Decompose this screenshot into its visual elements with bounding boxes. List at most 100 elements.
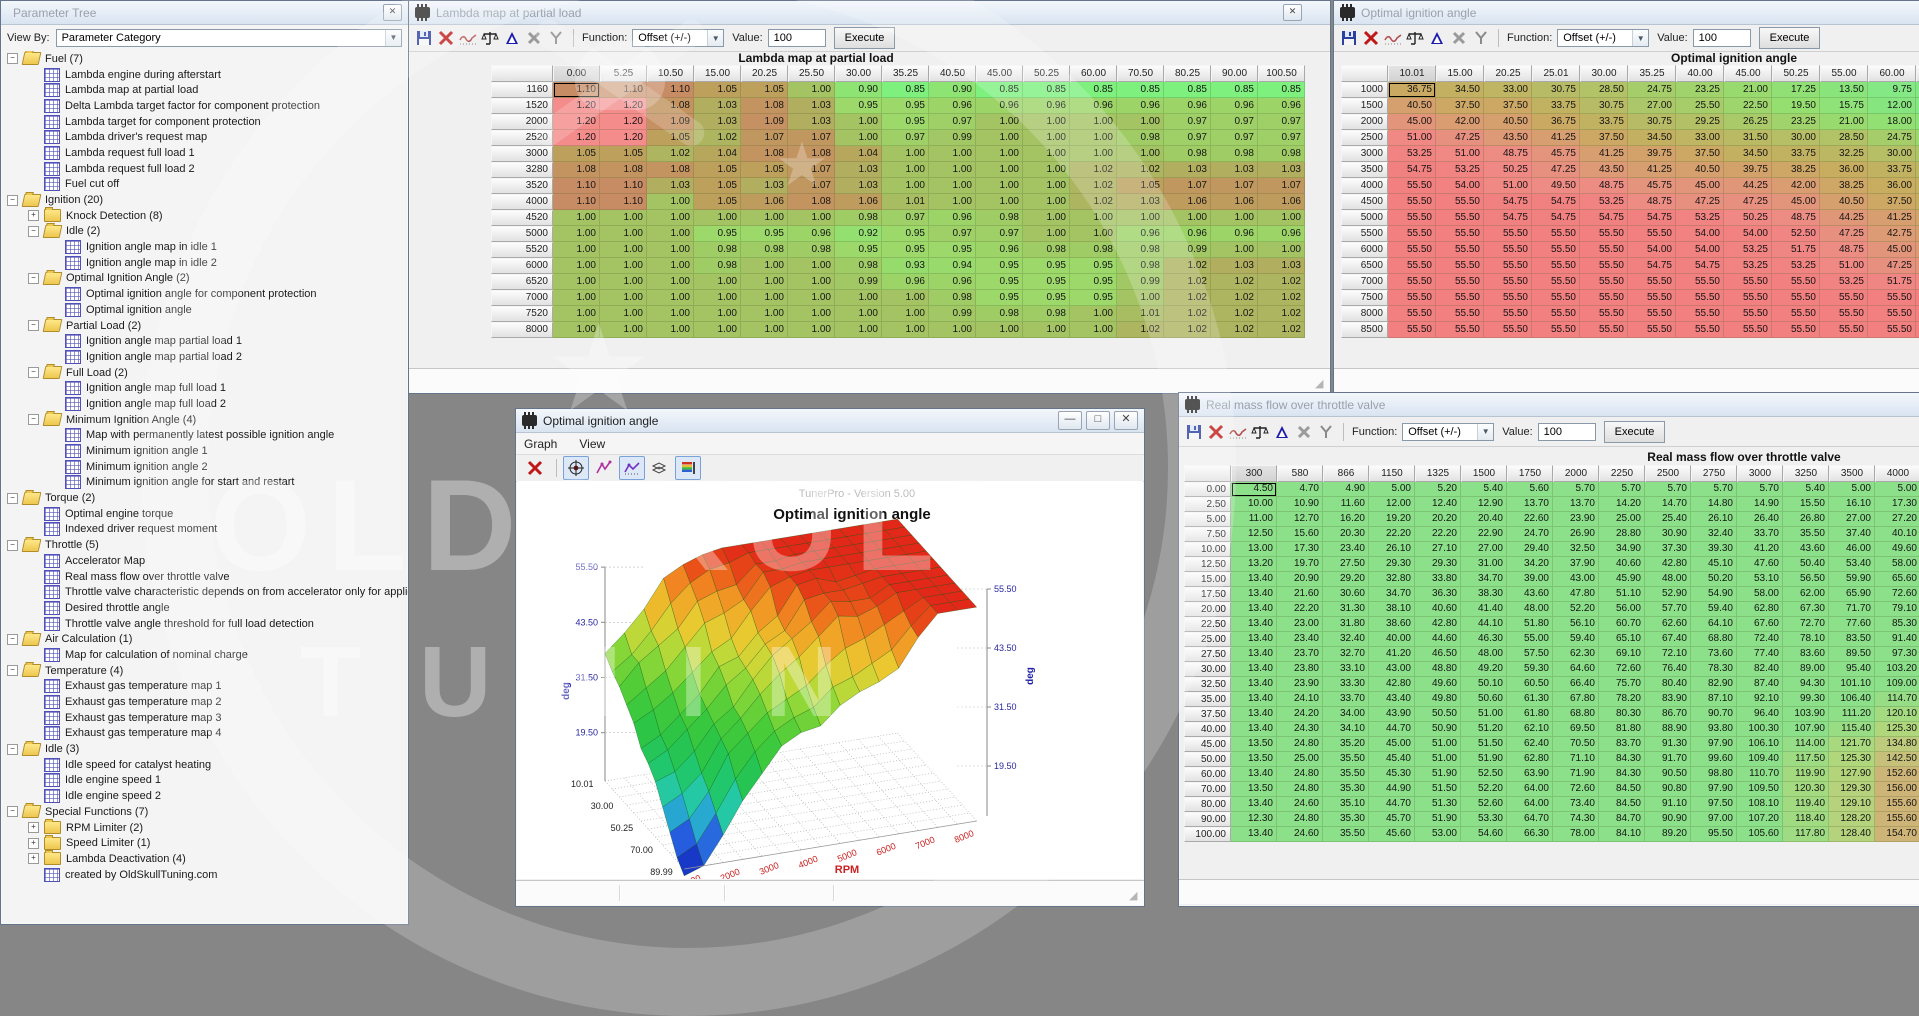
cell[interactable]: 32.40 — [1691, 527, 1737, 542]
expand-icon[interactable]: + — [28, 838, 39, 849]
cell[interactable]: 55.50 — [1628, 226, 1676, 242]
cell[interactable]: 68.80 — [1553, 707, 1599, 722]
tree-item-folder[interactable]: −Torque (2) — [1, 490, 408, 506]
cell[interactable]: 5.70 — [1737, 482, 1783, 497]
cell[interactable]: 43.40 — [1369, 692, 1415, 707]
cell[interactable]: 51.00 — [1820, 258, 1868, 274]
cell[interactable]: 1.08 — [647, 162, 694, 178]
cell[interactable]: 5.40 — [1783, 482, 1829, 497]
resize-grip[interactable]: ◢ — [1129, 890, 1141, 902]
cell[interactable]: 1.20 — [600, 114, 647, 130]
cell[interactable]: 43.60 — [1507, 587, 1553, 602]
tree-item-map[interactable]: Lambda engine during afterstart — [1, 67, 408, 83]
collapse-icon[interactable]: − — [7, 53, 18, 64]
cell[interactable]: 1.02 — [1117, 322, 1164, 338]
cell[interactable]: 1.00 — [835, 306, 882, 322]
cell[interactable]: 1.10 — [647, 82, 694, 98]
cell[interactable]: 0.98 — [1023, 242, 1070, 258]
cell[interactable]: 36.00 — [1820, 162, 1868, 178]
col-header[interactable]: 50.25 — [1772, 65, 1820, 82]
col-header[interactable]: 35.25 — [1628, 65, 1676, 82]
cell[interactable]: 0.98 — [1211, 146, 1258, 162]
cell[interactable]: 1.10 — [600, 194, 647, 210]
row-header[interactable]: 27.50 — [1184, 647, 1231, 662]
cell[interactable]: 44.25 — [1820, 210, 1868, 226]
cell[interactable]: 24.70 — [1507, 527, 1553, 542]
cell[interactable]: 1.05 — [694, 194, 741, 210]
cell[interactable]: 30.60 — [1323, 587, 1369, 602]
cell[interactable]: 54.00 — [1676, 242, 1724, 258]
cell[interactable]: 37.50 — [1676, 146, 1724, 162]
row-header[interactable]: 4520 — [491, 210, 553, 226]
cell[interactable]: 36.30 — [1415, 587, 1461, 602]
cell[interactable]: 1.00 — [929, 146, 976, 162]
cell[interactable]: 0.95 — [1070, 274, 1117, 290]
cell[interactable]: 1.00 — [694, 306, 741, 322]
cell[interactable]: 63.90 — [1507, 767, 1553, 782]
cell[interactable]: 1.09 — [647, 114, 694, 130]
cell[interactable]: 54.75 — [1580, 210, 1628, 226]
cell[interactable]: 34.50 — [1436, 82, 1484, 98]
cell[interactable]: 54.00 — [1628, 242, 1676, 258]
cell[interactable]: 107.20 — [1737, 812, 1783, 827]
col-header[interactable]: 100.50 — [1258, 65, 1305, 82]
cell[interactable]: 32.25 — [1820, 146, 1868, 162]
cell[interactable]: 41.40 — [1461, 602, 1507, 617]
cell[interactable]: 98.80 — [1691, 767, 1737, 782]
cell[interactable]: 13.40 — [1231, 767, 1277, 782]
cell[interactable]: 55.50 — [1436, 194, 1484, 210]
cell[interactable]: 86.70 — [1645, 707, 1691, 722]
tree-item-folder[interactable]: +Knock Detection (8) — [1, 208, 408, 224]
row-header[interactable]: 8500 — [1341, 322, 1388, 338]
cell[interactable]: 33.80 — [1415, 572, 1461, 587]
cell[interactable]: 50.25 — [1484, 162, 1532, 178]
cell[interactable]: 47.25 — [1820, 226, 1868, 242]
cell[interactable]: 45.00 — [1772, 194, 1820, 210]
tree-item-map[interactable]: Desired throttle angle — [1, 600, 408, 616]
cell[interactable]: 1.00 — [741, 290, 788, 306]
cell[interactable]: 49.80 — [1415, 692, 1461, 707]
cell[interactable]: 1.00 — [976, 146, 1023, 162]
cell[interactable]: 128.40 — [1829, 827, 1875, 842]
cell[interactable]: 1.00 — [976, 162, 1023, 178]
cell[interactable]: 0.96 — [1211, 226, 1258, 242]
cell[interactable]: 79.10 — [1875, 602, 1919, 617]
cell[interactable]: 5.20 — [1415, 482, 1461, 497]
pan-icon[interactable] — [563, 456, 589, 480]
cell[interactable]: 29.25 — [1676, 114, 1724, 130]
cell[interactable]: 52.20 — [1461, 782, 1507, 797]
cell[interactable]: 114.70 — [1875, 692, 1919, 707]
cell[interactable]: 1.07 — [788, 178, 835, 194]
cell[interactable]: 20.30 — [1323, 527, 1369, 542]
cell[interactable]: 74.30 — [1553, 812, 1599, 827]
cell[interactable]: 54.00 — [1676, 226, 1724, 242]
cell[interactable]: 1.00 — [882, 322, 929, 338]
cell[interactable]: 1.00 — [835, 322, 882, 338]
close-icon[interactable]: ✕ — [383, 4, 402, 21]
cell[interactable]: 97.00 — [1691, 812, 1737, 827]
cell[interactable]: 1.03 — [1258, 258, 1305, 274]
cell[interactable]: 35.50 — [1323, 827, 1369, 842]
cell[interactable]: 1.02 — [1070, 162, 1117, 178]
row-header[interactable]: 7000 — [1341, 274, 1388, 290]
cell[interactable]: 55.50 — [1436, 242, 1484, 258]
cell[interactable]: 83.70 — [1599, 737, 1645, 752]
cell[interactable]: 59.30 — [1507, 662, 1553, 677]
cell[interactable]: 1.00 — [1023, 322, 1070, 338]
cell[interactable]: 90.90 — [1645, 812, 1691, 827]
cell[interactable]: 53.25 — [1676, 210, 1724, 226]
cell[interactable]: 14.70 — [1645, 497, 1691, 512]
cell[interactable]: 21.60 — [1277, 587, 1323, 602]
cell[interactable]: 1.00 — [553, 242, 600, 258]
cell[interactable]: 55.50 — [1532, 306, 1580, 322]
cell[interactable]: 50.60 — [1461, 692, 1507, 707]
cell[interactable]: 0.95 — [976, 258, 1023, 274]
cell[interactable]: 26.90 — [1553, 527, 1599, 542]
row-header[interactable]: 20.00 — [1184, 602, 1231, 617]
cell[interactable]: 13.20 — [1231, 557, 1277, 572]
cell[interactable]: 1.00 — [553, 306, 600, 322]
cell[interactable]: 83.60 — [1783, 647, 1829, 662]
cell[interactable]: 10.90 — [1277, 497, 1323, 512]
collapse-icon[interactable]: − — [7, 195, 18, 206]
cell[interactable]: 1.00 — [600, 306, 647, 322]
